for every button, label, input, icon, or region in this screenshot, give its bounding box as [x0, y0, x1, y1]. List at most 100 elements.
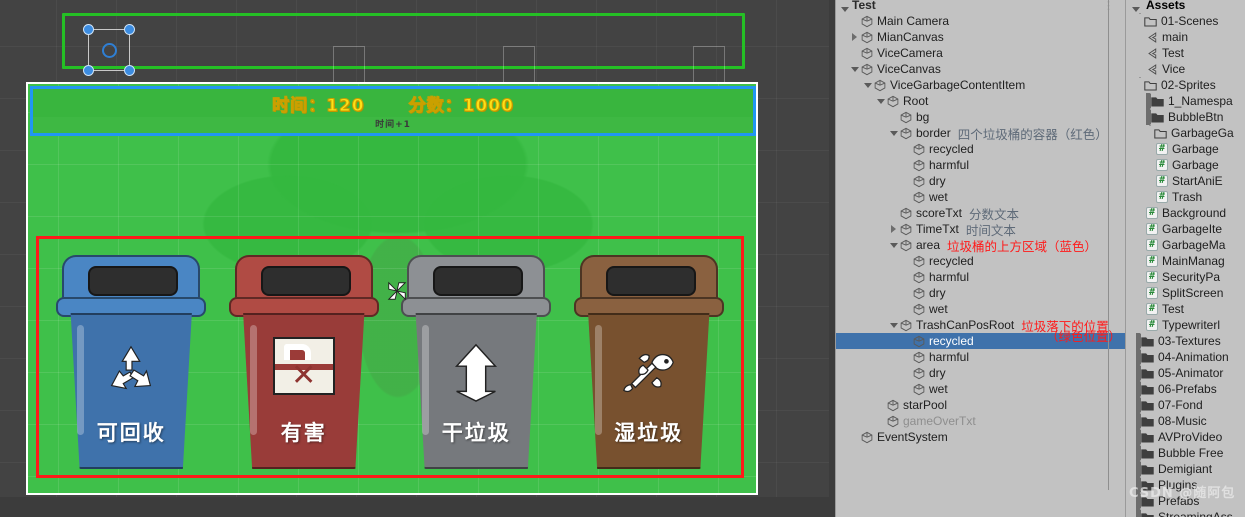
project-item-garbagema[interactable]: # GarbageMa — [1126, 237, 1245, 253]
hierarchy-item-miancanvas[interactable]: MianCanvas — [836, 29, 1125, 45]
project-item-background[interactable]: # Background — [1126, 205, 1245, 221]
hierarchy-item-wet[interactable]: wet — [836, 381, 1125, 397]
project-item-demigiant[interactable]: Demigiant — [1126, 461, 1245, 477]
project-item-label: 06-Prefabs — [1158, 382, 1217, 396]
chevron-down-icon[interactable] — [888, 322, 899, 328]
score-text: 分数：1000 — [408, 95, 514, 116]
project-panel[interactable]: Assets 01-Scenes main Test Vice 02-Sprites 1_… — [1125, 0, 1245, 517]
folder-icon — [1141, 464, 1154, 474]
chevron-right-icon[interactable] — [888, 225, 899, 233]
project-item-garbageite[interactable]: # GarbageIte — [1126, 221, 1245, 237]
project-item-garbage[interactable]: # Garbage — [1126, 141, 1245, 157]
hierarchy-item-label: Root — [903, 94, 929, 108]
project-item-splitscreen[interactable]: # SplitScreen — [1126, 285, 1245, 301]
project-item-garbagega[interactable]: GarbageGa — [1126, 125, 1245, 141]
project-item-label: 05-Animator — [1158, 366, 1224, 380]
chevron-down-icon[interactable] — [1132, 1, 1140, 15]
project-item-08-music[interactable]: 08-Music — [1126, 413, 1245, 429]
project-item-trash[interactable]: # Trash — [1126, 189, 1245, 205]
project-item-mainmanag[interactable]: # MainManag — [1126, 253, 1245, 269]
hierarchy-item-dry[interactable]: dry — [836, 365, 1125, 381]
project-item-02-sprites[interactable]: 02-Sprites — [1126, 77, 1245, 93]
project-item-test[interactable]: Test — [1126, 45, 1245, 61]
hierarchy-item-eventsystem[interactable]: EventSystem — [836, 429, 1125, 445]
project-item-label: Bubble Free — [1158, 446, 1224, 460]
csharp-script-icon: # — [1146, 223, 1158, 235]
project-item-plugins[interactable]: Plugins — [1126, 477, 1245, 493]
hierarchy-item-harmful[interactable]: harmful — [836, 157, 1125, 173]
hierarchy-item-dry[interactable]: dry — [836, 173, 1125, 189]
project-header: Assets — [1126, 0, 1245, 13]
csharp-script-icon: # — [1146, 207, 1158, 219]
unity-scene-icon — [1148, 63, 1157, 75]
hierarchy-item-harmful[interactable]: harmful — [836, 269, 1125, 285]
hierarchy-item-vicecamera[interactable]: ViceCamera — [836, 45, 1125, 61]
project-item-typewriterl[interactable]: # Typewriterl — [1126, 317, 1245, 333]
project-item-05-animator[interactable]: 05-Animator — [1126, 365, 1245, 381]
project-item-streamingass[interactable]: StreamingAss — [1126, 509, 1245, 517]
chevron-down-icon[interactable] — [862, 82, 873, 88]
project-item-bubblebtn[interactable]: BubbleBtn — [1126, 109, 1245, 125]
trash-bin-recycled[interactable]: 可回收 — [56, 249, 207, 471]
trash-bin-harmful[interactable]: ✕ 有害 — [228, 249, 379, 471]
project-item-garbage[interactable]: # Garbage — [1126, 157, 1245, 173]
hierarchy-menu-icon[interactable]: ⋮ — [1103, 0, 1115, 12]
project-item-prefabs[interactable]: Prefabs — [1126, 493, 1245, 509]
hierarchy-item-root[interactable]: Root — [836, 93, 1125, 109]
hierarchy-item-vicegarbagecontentitem[interactable]: ViceGarbageContentItem — [836, 77, 1125, 93]
project-item-vice[interactable]: Vice — [1126, 61, 1245, 77]
trashcan-pos-note: （绿色位置） — [1046, 329, 1122, 344]
unity-editor-window: 时间：120 分数：1000 时间+1 可回收 ✕ 有害 干垃圾 湿垃圾 Tes… — [0, 0, 1245, 517]
project-item-label: Background — [1162, 206, 1227, 220]
hierarchy-item-harmful[interactable]: harmful — [836, 349, 1125, 365]
hierarchy-tree[interactable]: Main Camera MianCanvas ViceCamera ViceCanva… — [836, 13, 1125, 445]
hierarchy-item-label: wet — [929, 190, 948, 204]
chevron-down-icon[interactable] — [888, 242, 899, 248]
project-item-startanie[interactable]: # StartAniE — [1126, 173, 1245, 189]
game-object-icon — [913, 367, 925, 379]
resize-handle-top-right[interactable] — [124, 24, 135, 35]
project-item-07-fond[interactable]: 07-Fond — [1126, 397, 1245, 413]
hierarchy-item-starpool[interactable]: starPool — [836, 397, 1125, 413]
project-item-04-animation[interactable]: 04-Animation — [1126, 349, 1245, 365]
hierarchy-item-vicecanvas[interactable]: ViceCanvas — [836, 61, 1125, 77]
project-item-securitypa[interactable]: # SecurityPa — [1126, 269, 1245, 285]
project-item-03-textures[interactable]: 03-Textures — [1126, 333, 1245, 349]
folder-icon — [1141, 368, 1154, 378]
hierarchy-panel[interactable]: Test ⋮ Main Camera MianCanvas ViceCamera Vi… — [835, 0, 1125, 517]
project-item-01-scenes[interactable]: 01-Scenes — [1126, 13, 1245, 29]
trash-bin-dry[interactable]: 干垃圾 — [401, 249, 552, 471]
csharp-script-icon: # — [1146, 319, 1158, 331]
project-item-06-prefabs[interactable]: 06-Prefabs — [1126, 381, 1245, 397]
project-item-1-namespa[interactable]: 1_Namespa — [1126, 93, 1245, 109]
chevron-down-icon[interactable] — [849, 66, 860, 72]
hierarchy-item-recycled[interactable]: recycled — [836, 141, 1125, 157]
project-item-bubble-free[interactable]: Bubble Free — [1126, 445, 1245, 461]
chevron-down-icon[interactable] — [888, 130, 899, 136]
trash-bin-wet[interactable]: 湿垃圾 — [573, 249, 724, 471]
pivot-handle[interactable] — [102, 43, 117, 58]
hierarchy-item-gameovertxt[interactable]: gameOverTxt — [836, 413, 1125, 429]
hierarchy-item-area[interactable]: area 垃圾桶的上方区域（蓝色） — [836, 237, 1125, 254]
project-item-avprovideo[interactable]: AVProVideo — [1126, 429, 1245, 445]
resize-handle-top-left[interactable] — [83, 24, 94, 35]
hierarchy-item-main-camera[interactable]: Main Camera — [836, 13, 1125, 29]
game-object-icon — [887, 399, 899, 411]
folder-icon — [1141, 336, 1154, 346]
hierarchy-item-border[interactable]: border 四个垃圾桶的容器（红色） — [836, 125, 1125, 142]
game-canvas[interactable]: 时间：120 分数：1000 时间+1 可回收 ✕ 有害 干垃圾 湿垃圾 — [26, 82, 758, 495]
chevron-down-icon[interactable] — [1136, 77, 1144, 92]
selected-recttransform-gizmo[interactable] — [83, 24, 135, 76]
project-item-test[interactable]: # Test — [1126, 301, 1245, 317]
chevron-down-icon[interactable] — [1146, 125, 1154, 140]
resize-handle-bottom-left[interactable] — [83, 65, 94, 76]
scene-view[interactable]: 时间：120 分数：1000 时间+1 可回收 ✕ 有害 干垃圾 湿垃圾 — [0, 0, 835, 517]
chevron-down-icon[interactable] — [1136, 13, 1144, 28]
hierarchy-item-dry[interactable]: dry — [836, 285, 1125, 301]
hierarchy-item-recycled[interactable]: recycled — [836, 253, 1125, 269]
project-item-main[interactable]: main — [1126, 29, 1245, 45]
chevron-right-icon[interactable] — [849, 33, 860, 41]
project-tree[interactable]: 01-Scenes main Test Vice 02-Sprites 1_Namespa… — [1126, 13, 1245, 517]
resize-handle-bottom-right[interactable] — [124, 65, 135, 76]
chevron-down-icon[interactable] — [875, 98, 886, 104]
